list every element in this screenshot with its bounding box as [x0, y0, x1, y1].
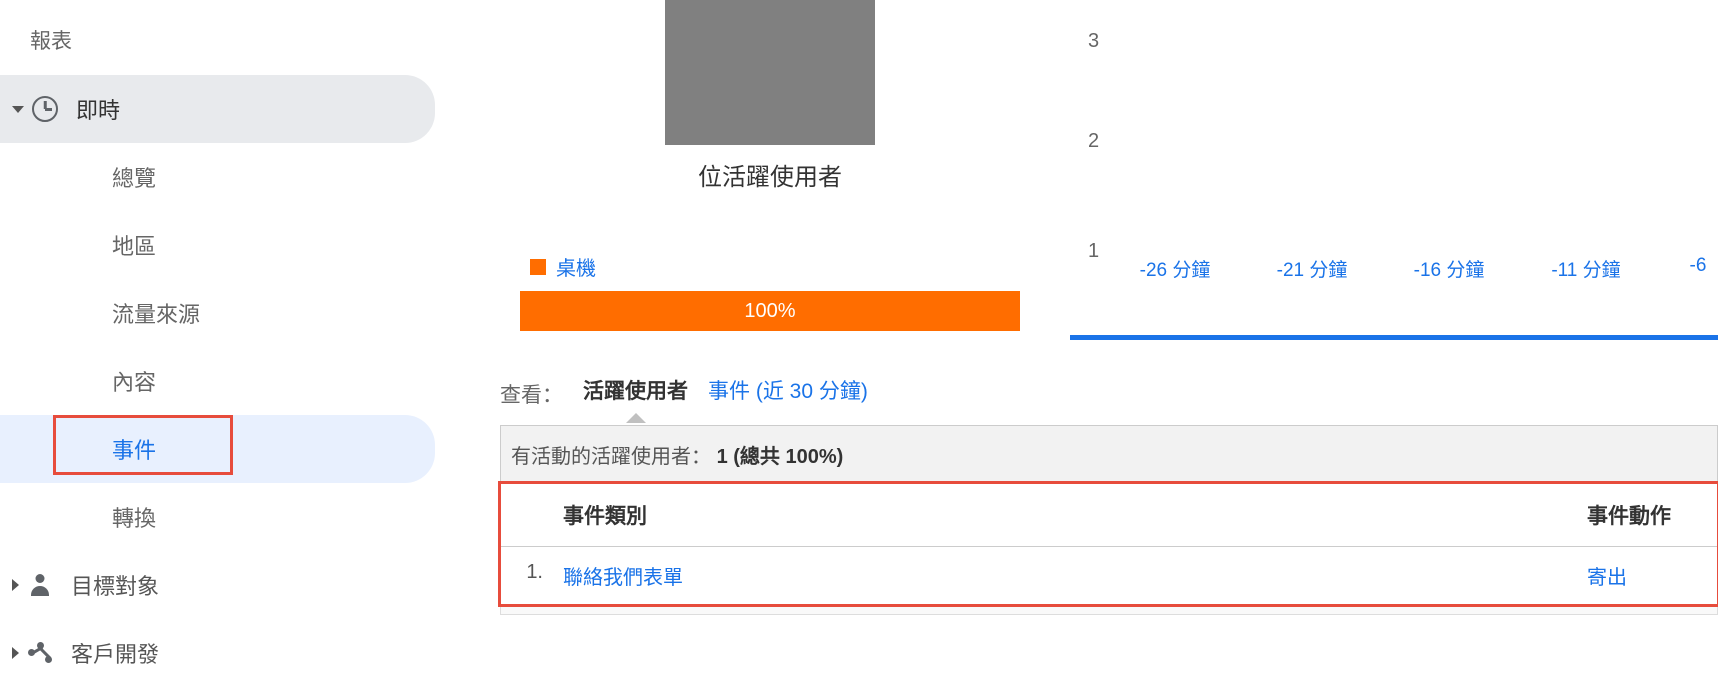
header-event-action[interactable]: 事件動作 — [1587, 500, 1717, 530]
clock-icon — [32, 96, 58, 122]
tab-active-users[interactable]: 活躍使用者 — [583, 375, 688, 413]
x-label: -26 分鐘 — [1130, 255, 1220, 282]
sidebar-item-content[interactable]: 內容 — [0, 347, 440, 415]
x-label: -16 分鐘 — [1404, 255, 1494, 282]
events-table: 事件類別 事件動作 1. 聯絡我們表單 寄出 — [500, 484, 1718, 605]
x-label: -21 分鐘 — [1267, 255, 1357, 282]
view-label: 查看： — [500, 379, 563, 409]
nav-realtime-toggle[interactable]: 即時 — [0, 75, 435, 143]
header-event-category[interactable]: 事件類別 — [551, 500, 1587, 530]
sidebar-item-events[interactable]: 事件 — [0, 415, 435, 483]
summary-bar: 有活動的活躍使用者： 1 (總共 100%) — [500, 425, 1718, 484]
sidebar-header: 報表 — [0, 10, 440, 75]
active-users-block: 位活躍使用者 桌機 100% — [500, 0, 1040, 331]
top-row: 位活躍使用者 桌機 100% 3 2 1 -26 分鐘 -21 分鐘 -16 分… — [500, 0, 1718, 340]
main-content: 位活躍使用者 桌機 100% 3 2 1 -26 分鐘 -21 分鐘 -16 分… — [440, 0, 1718, 700]
chevron-down-icon — [12, 106, 24, 113]
sidebar-audience-label: 目標對象 — [71, 569, 159, 601]
row-action[interactable]: 寄出 — [1587, 561, 1717, 590]
device-legend-label[interactable]: 桌機 — [556, 252, 596, 281]
sidebar-item-traffic[interactable]: 流量來源 — [0, 279, 440, 347]
chart-area: 3 2 1 -26 分鐘 -21 分鐘 -16 分鐘 -11 分鐘 -6 — [1070, 0, 1718, 290]
sidebar: 報表 即時 總覽 地區 流量來源 內容 事件 轉換 目標對象 客戶開發 — [0, 0, 440, 700]
legend-square-icon — [530, 259, 546, 275]
table-row: 1. 聯絡我們表單 寄出 — [501, 547, 1717, 604]
y-tick: 3 — [1088, 30, 1099, 53]
x-label: -11 分鐘 — [1541, 255, 1631, 282]
redacted-block — [665, 0, 875, 145]
sidebar-item-locations[interactable]: 地區 — [0, 211, 440, 279]
device-legend: 桌機 — [530, 252, 1040, 281]
sidebar-item-overview[interactable]: 總覽 — [0, 143, 440, 211]
active-users-label: 位活躍使用者 — [500, 157, 1040, 192]
chart-block: 3 2 1 -26 分鐘 -21 分鐘 -16 分鐘 -11 分鐘 -6 — [1070, 0, 1718, 340]
y-tick: 2 — [1088, 130, 1099, 153]
table-footer — [500, 605, 1718, 615]
y-tick: 1 — [1088, 240, 1099, 263]
sidebar-acquisition-label: 客戶開發 — [71, 637, 159, 669]
summary-value: 1 (總共 100%) — [717, 446, 844, 468]
x-label: -6 — [1678, 255, 1718, 282]
device-progress-bar: 100% — [520, 291, 1020, 331]
person-icon — [29, 574, 51, 596]
sidebar-item-conversions[interactable]: 轉換 — [0, 483, 440, 551]
chart-baseline — [1070, 335, 1718, 340]
x-labels: -26 分鐘 -21 分鐘 -16 分鐘 -11 分鐘 -6 — [1130, 255, 1718, 282]
sidebar-item-audience[interactable]: 目標對象 — [0, 551, 440, 619]
summary-prefix: 有活動的活躍使用者： — [511, 446, 711, 468]
table-header: 事件類別 事件動作 — [501, 484, 1717, 547]
chevron-right-icon — [12, 647, 19, 659]
row-index: 1. — [501, 561, 551, 590]
sidebar-item-acquisition[interactable]: 客戶開發 — [0, 619, 440, 687]
view-tabs: 查看： 活躍使用者 事件 (近 30 分鐘) — [500, 375, 1718, 413]
tab-events-30min[interactable]: 事件 (近 30 分鐘) — [708, 375, 868, 413]
nav-section-realtime: 即時 總覽 地區 流量來源 內容 事件 轉換 — [0, 75, 440, 551]
nav-realtime-label: 即時 — [76, 93, 120, 125]
acquisition-icon — [28, 642, 52, 664]
chevron-right-icon — [12, 579, 19, 591]
row-category[interactable]: 聯絡我們表單 — [551, 561, 1587, 590]
